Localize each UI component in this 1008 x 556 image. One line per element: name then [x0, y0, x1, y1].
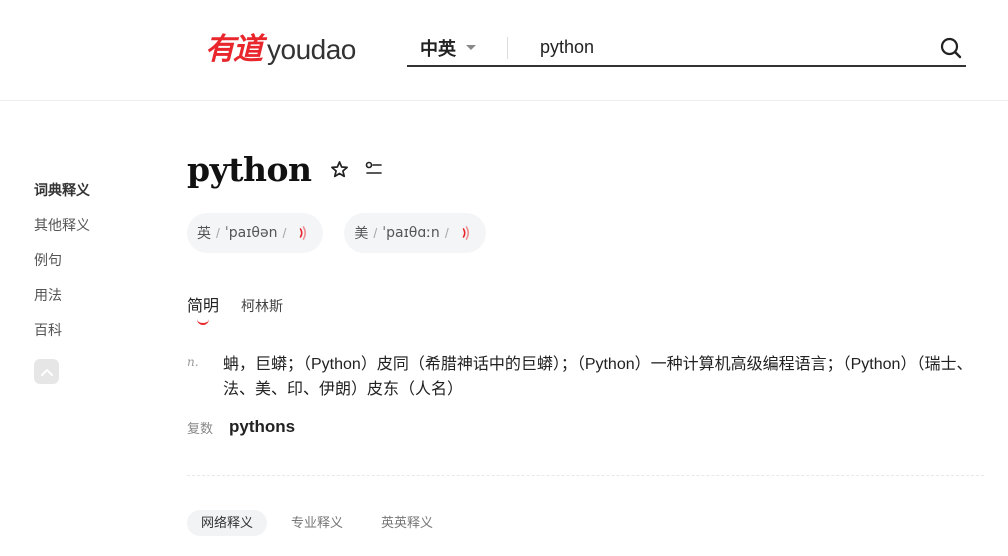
- speaker-icon: [462, 226, 470, 240]
- tab-web-definitions[interactable]: 网络释义: [187, 510, 268, 536]
- part-of-speech: n.: [187, 355, 199, 369]
- back-to-top-button[interactable]: [34, 359, 59, 384]
- plural-label: 复数: [187, 420, 214, 436]
- speaker-icon: [299, 226, 307, 240]
- caret-down-icon: [466, 45, 476, 50]
- pronunciation-ipa: ˈpaɪθən: [224, 225, 278, 241]
- definition-source-tabs: 网络释义 专业释义 英英释义: [187, 510, 984, 536]
- definition-row: n. 蚺，巨蟒；（Python）皮同（希腊神话中的巨蟒）；（Python）一种计…: [187, 352, 984, 402]
- search-icon: [940, 37, 962, 58]
- nav-item-other[interactable]: 其他释义: [34, 213, 134, 248]
- language-select-label: 中英: [420, 38, 456, 59]
- add-to-wordbook-button[interactable]: [364, 159, 384, 179]
- slash-right: /: [444, 225, 449, 241]
- tab-professional-definitions[interactable]: 专业释义: [277, 510, 357, 536]
- plural-word[interactable]: pythons: [229, 417, 295, 437]
- dictionary-tabs: 简明 柯林斯: [187, 292, 984, 325]
- search-input[interactable]: [508, 32, 936, 63]
- search-bar: 中英: [407, 30, 966, 67]
- star-icon: [331, 160, 348, 177]
- pronunciation-region: 英: [197, 225, 211, 241]
- nav-item-examples[interactable]: 例句: [34, 248, 134, 283]
- nav-item-encyclopedia[interactable]: 百科: [34, 318, 134, 353]
- language-select[interactable]: 中英: [407, 33, 507, 63]
- tab-collins[interactable]: 柯林斯: [241, 296, 283, 322]
- top-header: 有道 youdao 中英: [0, 0, 1008, 101]
- nav-item-dictionary[interactable]: 词典释义: [34, 178, 134, 213]
- search-button[interactable]: [936, 33, 966, 63]
- wordbook-icon: [365, 161, 382, 174]
- pronunciation-row: 英 / ˈpaɪθən / 美 / ˈpaɪθɑːn /: [187, 213, 984, 253]
- pronunciation-us[interactable]: 美 / ˈpaɪθɑːn /: [344, 213, 486, 253]
- headword-row: python: [187, 145, 984, 193]
- plural-row: 复数 pythons: [187, 417, 984, 437]
- section-divider: [187, 475, 984, 476]
- definition-text: 蚺，巨蟒；（Python）皮同（希腊神话中的巨蟒）；（Python）一种计算机高…: [223, 356, 973, 398]
- favorite-button[interactable]: [330, 159, 350, 179]
- slash-left: /: [216, 225, 220, 241]
- logo-chinese-text: 有道: [205, 32, 263, 67]
- entry-main: python 英 / ˈpaɪθən / 美 / ˈpaɪθɑːn / 简明 柯…: [187, 145, 984, 536]
- tab-english-definitions[interactable]: 英英释义: [367, 510, 447, 536]
- pronunciation-region: 美: [354, 225, 369, 241]
- chevron-up-icon: [40, 368, 53, 376]
- section-nav: 词典释义 其他释义 例句 用法 百科: [34, 178, 134, 384]
- pronunciation-uk[interactable]: 英 / ˈpaɪθən /: [187, 213, 324, 253]
- logo-english-text: youdao: [267, 34, 356, 65]
- slash-left: /: [373, 225, 378, 241]
- nav-item-usage[interactable]: 用法: [34, 283, 134, 318]
- pronunciation-ipa: ˈpaɪθɑːn: [382, 225, 440, 241]
- tab-concise[interactable]: 简明: [187, 292, 219, 325]
- headword: python: [187, 149, 312, 189]
- slash-right: /: [282, 225, 287, 241]
- youdao-logo[interactable]: 有道 youdao: [205, 30, 356, 70]
